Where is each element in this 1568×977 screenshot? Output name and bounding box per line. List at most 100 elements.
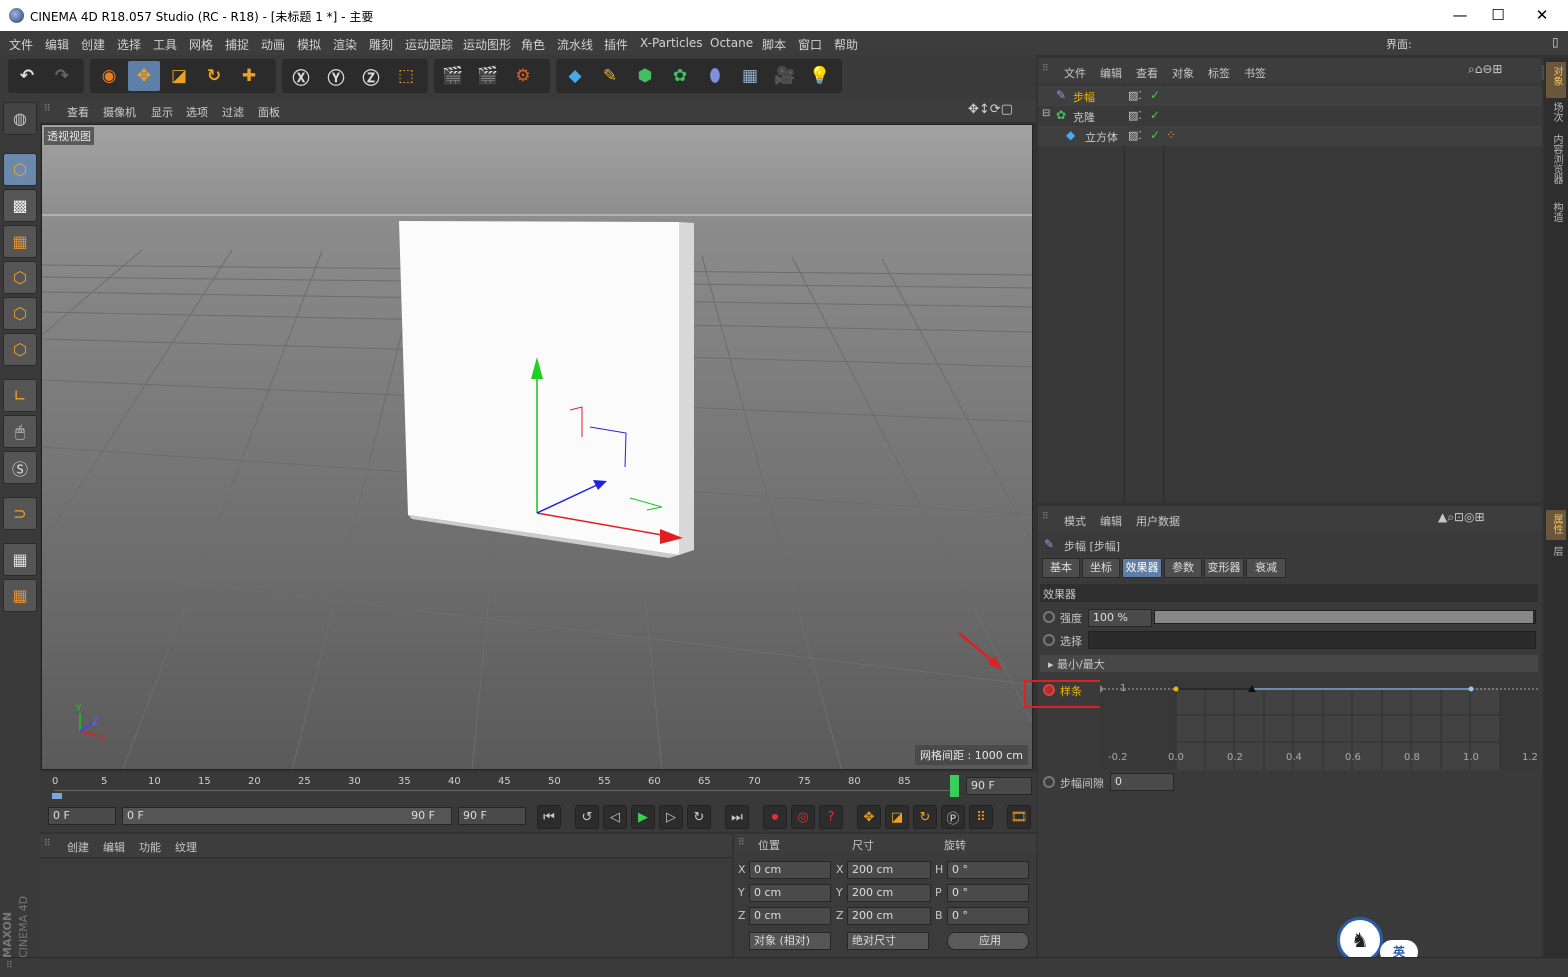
prev-frame-icon[interactable]: ◁ [603,805,627,829]
rotate-tool-icon[interactable]: ↻ [198,61,230,91]
position-x-field[interactable]: 0 cm [749,861,831,879]
spline-point[interactable] [1468,686,1474,692]
move-tool-icon[interactable]: ✥ [128,61,160,91]
planar-workplane-icon[interactable]: ▦ [3,579,37,612]
object-row[interactable]: ◆ 立方体 ▨⁚ ✓ ⁘ [1038,126,1542,146]
goto-start-icon[interactable]: ⏮ [537,805,561,829]
obj-menu-bookmark[interactable]: 书签 [1244,65,1266,81]
prev-key-icon[interactable]: ↺ [575,805,599,829]
size-z-field[interactable]: 200 cm [847,907,931,925]
obj-menu-tag[interactable]: 标签 [1208,65,1230,81]
menu-file[interactable]: 文件 [9,36,33,53]
menu-help[interactable]: 帮助 [834,36,858,53]
model-mode-icon[interactable]: ⬡ [3,153,37,186]
x-axis-lock-icon[interactable]: Ⓧ [285,61,317,91]
menu-simulate[interactable]: 模拟 [297,36,321,53]
side-tab-content-browser[interactable]: 内容浏览器 [1548,134,1564,184]
strength-field[interactable]: 100 % [1088,609,1152,627]
menu-script[interactable]: 脚本 [762,36,786,53]
menu-pipeline[interactable]: 流水线 [557,36,593,53]
gap-field[interactable]: 0 [1110,773,1174,791]
timeline-window-icon[interactable]: 🎞 [1007,805,1031,829]
rotation-h-field[interactable]: 0 ° [947,861,1029,879]
material-menu-create[interactable]: 创建 [67,839,89,855]
next-frame-icon[interactable]: ▷ [659,805,683,829]
selection-radio[interactable] [1043,634,1055,646]
tweak-mode-icon[interactable]: 🖱 [3,415,37,448]
subdivision-icon[interactable]: ⬢ [629,61,661,91]
selection-field[interactable] [1088,631,1536,649]
menu-octane[interactable]: Octane [710,36,753,50]
light-icon[interactable]: 💡 [804,61,836,91]
tab-basic[interactable]: 基本 [1042,558,1080,578]
lock-workplane-icon[interactable]: ▦ [3,543,37,576]
attribute-nav-icons[interactable]: ▲⌕⊡◎⊞ [1438,510,1485,525]
key-scale-icon[interactable]: ◪ [885,805,909,829]
key-rotation-icon[interactable]: ↻ [913,805,937,829]
record-icon[interactable]: ⏺ [763,805,787,829]
playhead-marker[interactable] [52,793,62,799]
obj-menu-edit[interactable]: 编辑 [1100,65,1122,81]
minmax-group[interactable]: ▸ 最小/最大 [1040,655,1538,672]
viewport-menu-panel[interactable]: 面板 [258,104,280,120]
viewport-menu-filter[interactable]: 过滤 [222,104,244,120]
material-menu-texture[interactable]: 纹理 [175,839,197,855]
menu-create[interactable]: 创建 [81,36,105,53]
maximize-button[interactable]: ☐ [1486,4,1510,26]
rotation-p-field[interactable]: 0 ° [947,884,1029,902]
object-row[interactable]: ✎ 步幅 ▨⁚ ✓ [1038,86,1542,106]
z-axis-lock-icon[interactable]: Ⓩ [355,61,387,91]
menu-render[interactable]: 渲染 [333,36,357,53]
gap-radio[interactable] [1043,776,1055,788]
menu-tools[interactable]: 工具 [153,36,177,53]
axis-mode-icon[interactable]: ∟ [3,379,37,412]
scale-tool-icon[interactable]: ◪ [163,61,195,91]
menu-sculpt[interactable]: 雕刻 [369,36,393,53]
check-icon[interactable]: ✓ [1150,108,1160,122]
menu-mesh[interactable]: 网格 [189,36,213,53]
check-icon[interactable]: ✓ [1150,128,1160,142]
menu-character[interactable]: 角色 [521,36,545,53]
tab-deformer[interactable]: 变形器 [1204,558,1244,578]
viewport-menu-view[interactable]: 查看 [67,104,89,120]
polygons-mode-icon[interactable]: ⬡ [3,333,37,366]
coordinate-system-icon[interactable]: ⬚ [390,61,422,91]
magnet-icon[interactable]: ⊃ [3,497,37,530]
obj-menu-file[interactable]: 文件 [1064,65,1086,81]
menu-edit[interactable]: 编辑 [45,36,69,53]
cube-front-face[interactable] [399,221,679,555]
coord-mode-dropdown[interactable]: 对象 (相对) [749,932,831,950]
position-z-field[interactable]: 0 cm [749,907,831,925]
visibility-toggle-icon[interactable]: ▨⁚ [1128,89,1142,102]
goto-end-icon[interactable]: ⏭ [725,805,749,829]
size-x-field[interactable]: 200 cm [847,861,931,879]
side-tab-objects[interactable]: 对象 [1548,66,1564,86]
menu-xparticles[interactable]: X-Particles [640,36,703,50]
texture-mode-icon[interactable]: ▩ [3,189,37,222]
tab-coord[interactable]: 坐标 [1082,558,1120,578]
object-row[interactable]: ⊟ ✿ 克隆 ▨⁚ ✓ [1038,106,1542,126]
check-icon[interactable]: ✓ [1150,88,1160,102]
deformer-icon[interactable]: ⬮ [699,61,731,91]
tag-icon[interactable]: ⁘ [1166,128,1176,142]
strength-slider[interactable] [1154,610,1536,624]
live-select-icon[interactable]: ◉ [93,61,125,91]
object-search-icons[interactable]: ⌕⌂⊖⊞ [1468,62,1502,77]
cube-icon[interactable]: ◆ [559,61,591,91]
side-tab-structure[interactable]: 构造 [1548,202,1564,222]
render-settings-icon[interactable]: ⚙ [507,61,539,91]
undo-icon[interactable]: ↶ [11,61,43,91]
spline-point[interactable] [1173,686,1179,692]
redo-icon[interactable]: ↷ [46,61,78,91]
material-menu-function[interactable]: 功能 [139,839,161,855]
rotation-b-field[interactable]: 0 ° [947,907,1029,925]
side-tab-attributes[interactable]: 属性 [1548,514,1564,534]
key-pla-icon[interactable]: ⠿ [969,805,993,829]
cloner-icon[interactable]: ✿ [664,61,696,91]
floor-icon[interactable]: ▦ [734,61,766,91]
snap-s-icon[interactable]: Ⓢ [3,451,37,484]
menu-mograph[interactable]: 运动图形 [463,36,511,53]
pen-spline-icon[interactable]: ✎ [594,61,626,91]
menu-select[interactable]: 选择 [117,36,141,53]
strength-radio[interactable] [1043,611,1055,623]
